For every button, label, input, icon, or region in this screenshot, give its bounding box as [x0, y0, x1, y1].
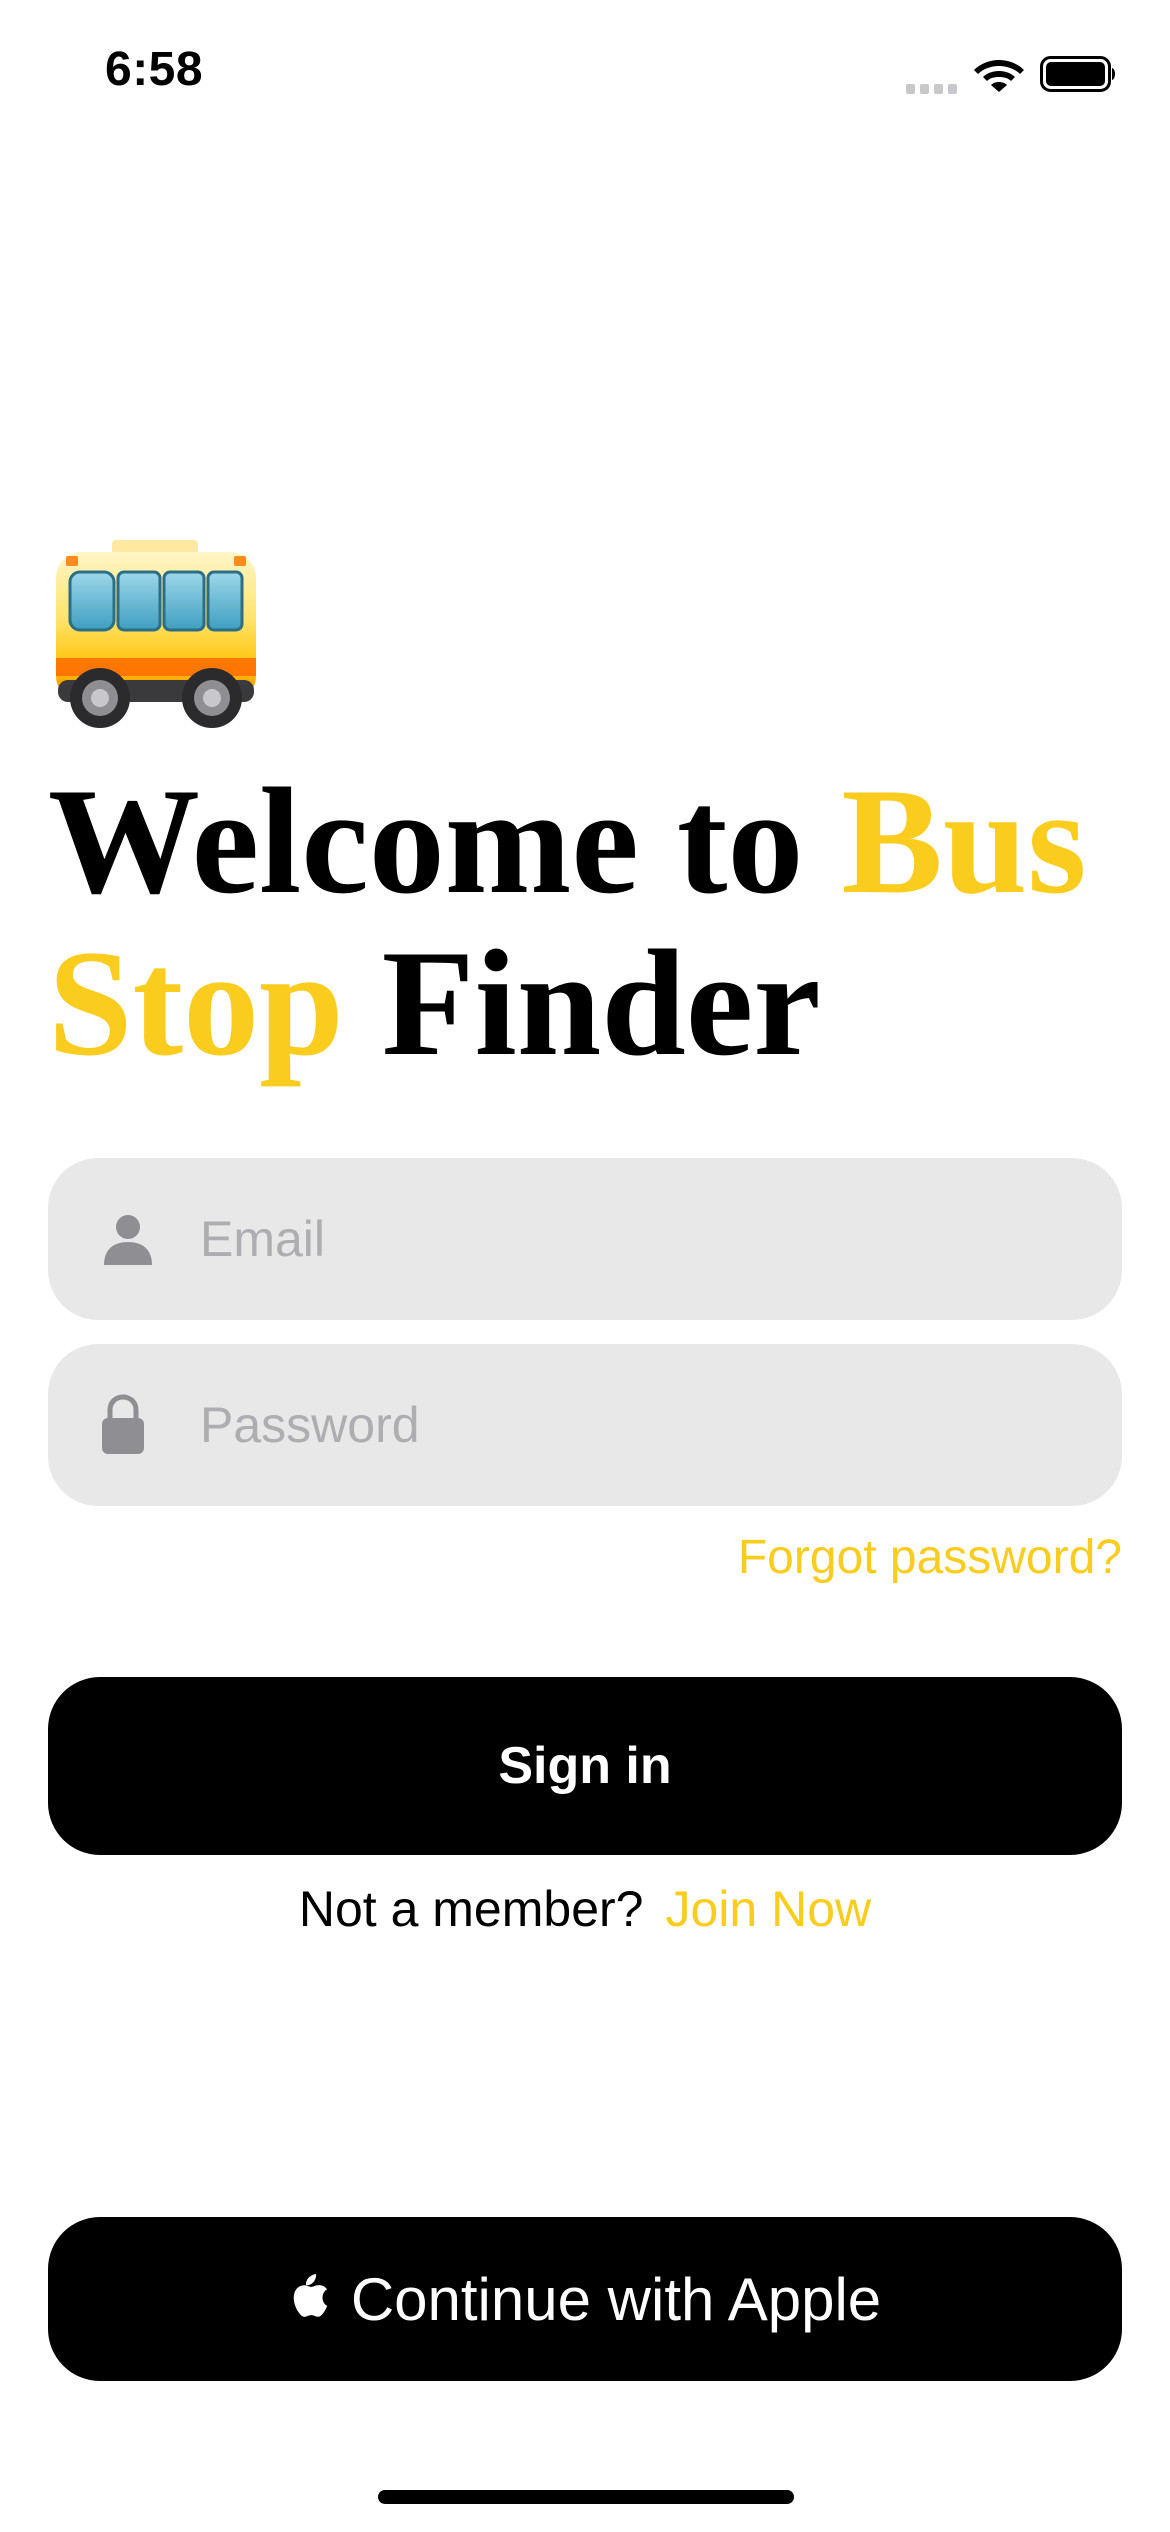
email-input[interactable]: [200, 1158, 1080, 1320]
title-accent-bus: Bus: [841, 757, 1087, 925]
membership-prompt: Not a member?: [298, 1881, 644, 1937]
apple-logo-icon: [293, 2274, 328, 2317]
sign-in-label: Sign in: [498, 1737, 672, 1795]
password-field[interactable]: [48, 1344, 1122, 1506]
home-indicator: [378, 2490, 794, 2504]
sign-in-button[interactable]: Sign in: [48, 1677, 1122, 1855]
lock-icon: [102, 1394, 144, 1454]
title-part-welcome: Welcome to: [48, 757, 842, 925]
person-icon: [104, 1215, 152, 1265]
continue-with-apple-label: Continue with Apple: [350, 2265, 882, 2333]
cellular-signal-icon: [906, 84, 957, 94]
continue-with-apple-button[interactable]: Continue with Apple: [48, 2217, 1122, 2381]
title-accent-stop: Stop: [48, 919, 344, 1087]
title-part-finder: Finder: [343, 919, 821, 1087]
password-input[interactable]: [200, 1344, 1080, 1506]
forgot-password-link[interactable]: Forgot password?: [738, 1530, 1122, 1585]
status-bar: 6:58: [0, 0, 1170, 150]
join-now-link[interactable]: Join Now: [665, 1881, 871, 1937]
membership-row: Not a member? Join Now: [0, 1880, 1170, 1938]
bus-icon: [56, 540, 256, 728]
wifi-icon: [974, 60, 1024, 92]
battery-icon: [1040, 56, 1115, 92]
status-time: 6:58: [105, 43, 204, 96]
page-title: Welcome to Bus Stop Finder: [48, 760, 1128, 1084]
email-field[interactable]: [48, 1158, 1122, 1320]
